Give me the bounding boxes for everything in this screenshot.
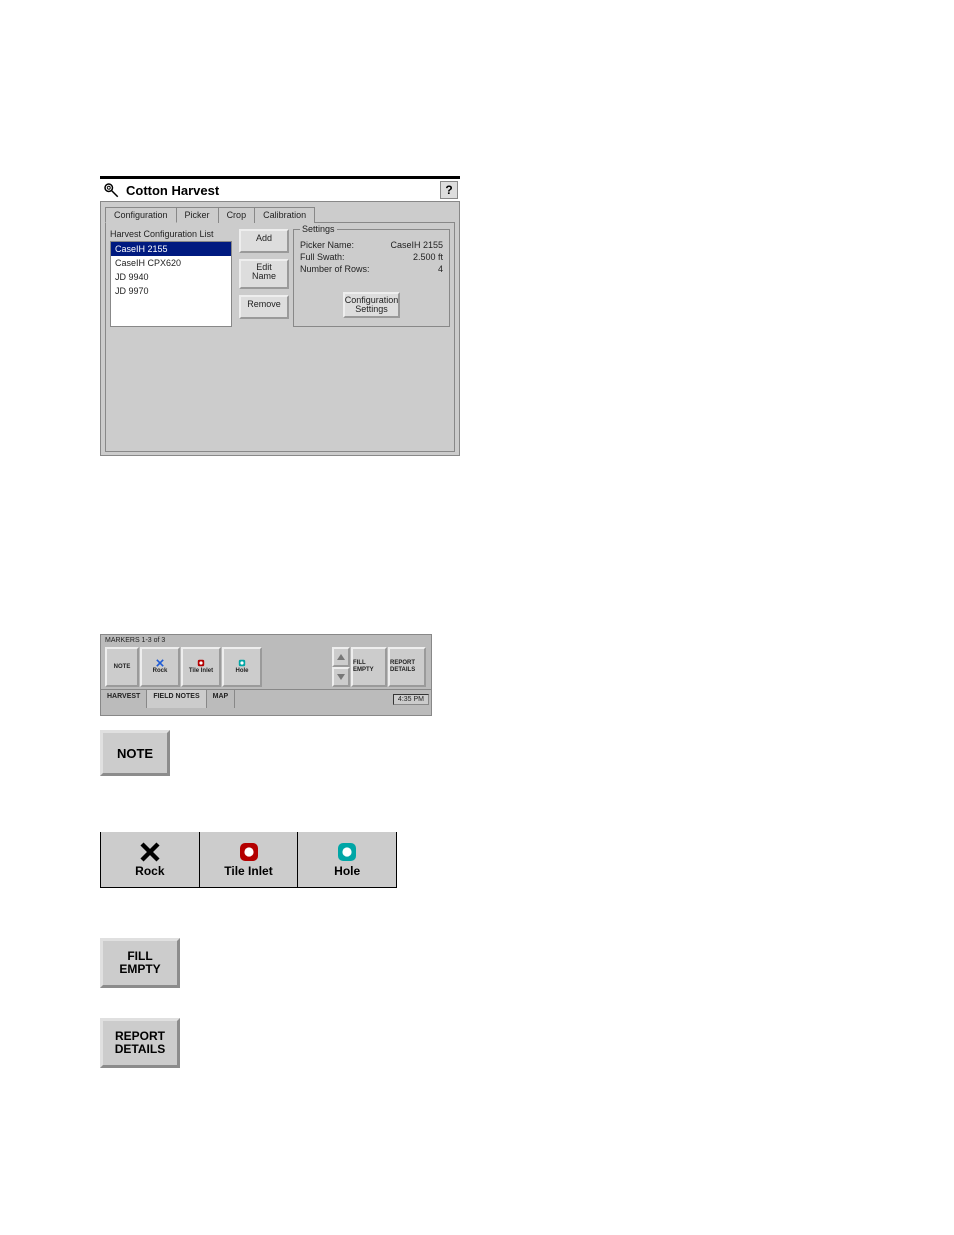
marker-label: Hole (235, 668, 248, 675)
tab-picker[interactable]: Picker (176, 207, 219, 223)
teal-ring-icon (337, 842, 357, 862)
settings-label: Full Swath: (300, 252, 345, 262)
x-icon (140, 842, 160, 862)
list-item[interactable]: JD 9970 (111, 284, 231, 298)
note-button-label: NOTE (114, 664, 131, 671)
red-ring-icon (197, 659, 205, 667)
scroll-arrows (332, 647, 350, 687)
window-title: Cotton Harvest (126, 183, 219, 198)
marker-tile-inlet-small[interactable]: Tile Inlet (181, 647, 221, 687)
tab-calibration[interactable]: Calibration (254, 207, 315, 223)
marker-hole[interactable]: Hole (298, 832, 397, 888)
list-item[interactable]: JD 9940 (111, 270, 231, 284)
settings-legend: Settings (300, 224, 337, 234)
marker-rock[interactable]: Rock (101, 832, 200, 888)
marker-label: Rock (153, 668, 168, 675)
add-button[interactable]: Add (239, 229, 289, 253)
tab-map[interactable]: MAP (207, 690, 236, 708)
teal-ring-icon (238, 659, 246, 667)
report-details-button[interactable]: REPORT DETAILS (100, 1018, 180, 1068)
edit-name-button[interactable]: Edit Name (239, 259, 289, 289)
x-icon (156, 659, 164, 667)
cotton-harvest-window: Cotton Harvest ? Configuration Picker Cr… (100, 176, 460, 456)
list-item[interactable]: CaseIH CPX620 (111, 256, 231, 270)
marker-label: Tile Inlet (189, 668, 213, 675)
red-ring-icon (239, 842, 259, 862)
note-button[interactable]: NOTE (100, 730, 170, 776)
clock: 4:35 PM (393, 694, 429, 705)
report-details-button-small[interactable]: REPORT DETAILS (388, 647, 426, 687)
tab-crop[interactable]: Crop (218, 207, 256, 223)
settings-label: Picker Name: (300, 240, 354, 250)
configuration-panel: Harvest Configuration List CaseIH 2155 C… (105, 222, 455, 452)
marker-tile-inlet[interactable]: Tile Inlet (200, 832, 299, 888)
fill-empty-button[interactable]: FILL EMPTY (100, 938, 180, 988)
marker-label: Tile Inlet (224, 864, 272, 878)
bottom-tab-bar: HARVEST FIELD NOTES MAP 4:35 PM (101, 689, 431, 708)
tab-configuration[interactable]: Configuration (105, 207, 177, 223)
settings-value: 2.500 ft (383, 252, 443, 262)
configuration-settings-button[interactable]: Configuration Settings (343, 292, 401, 318)
caret-down-icon (337, 674, 345, 680)
settings-value: CaseIH 2155 (383, 240, 443, 250)
scroll-up-button[interactable] (332, 647, 350, 667)
window-body: Configuration Picker Crop Calibration Ha… (100, 201, 460, 456)
marker-label: Hole (334, 864, 360, 878)
list-item[interactable]: CaseIH 2155 (111, 242, 231, 256)
remove-button[interactable]: Remove (239, 295, 289, 319)
note-button-small[interactable]: NOTE (105, 647, 139, 687)
config-list[interactable]: CaseIH 2155 CaseIH CPX620 JD 9940 JD 997… (110, 241, 232, 327)
settings-fieldset: Settings Picker Name:CaseIH 2155 Full Sw… (293, 229, 450, 327)
fill-empty-button-small[interactable]: FILL EMPTY (351, 647, 387, 687)
marker-label: Rock (135, 864, 164, 878)
help-button[interactable]: ? (440, 181, 458, 199)
tab-harvest[interactable]: HARVEST (101, 690, 147, 708)
config-list-label: Harvest Configuration List (110, 229, 235, 239)
field-notes-bar: MARKERS 1-3 of 3 NOTE Rock Tile Inlet Ho… (100, 634, 432, 716)
markers-header: MARKERS 1-3 of 3 (101, 635, 431, 645)
tab-bar: Configuration Picker Crop Calibration (105, 206, 455, 222)
settings-label: Number of Rows: (300, 264, 370, 274)
tab-field-notes[interactable]: FIELD NOTES (147, 690, 206, 708)
scroll-down-button[interactable] (332, 667, 350, 687)
marker-hole-small[interactable]: Hole (222, 647, 262, 687)
app-icon (102, 181, 120, 199)
marker-rock-small[interactable]: Rock (140, 647, 180, 687)
settings-value: 4 (383, 264, 443, 274)
marker-row: Rock Tile Inlet Hole (100, 832, 397, 888)
window-titlebar: Cotton Harvest ? (100, 179, 460, 201)
caret-up-icon (337, 654, 345, 660)
